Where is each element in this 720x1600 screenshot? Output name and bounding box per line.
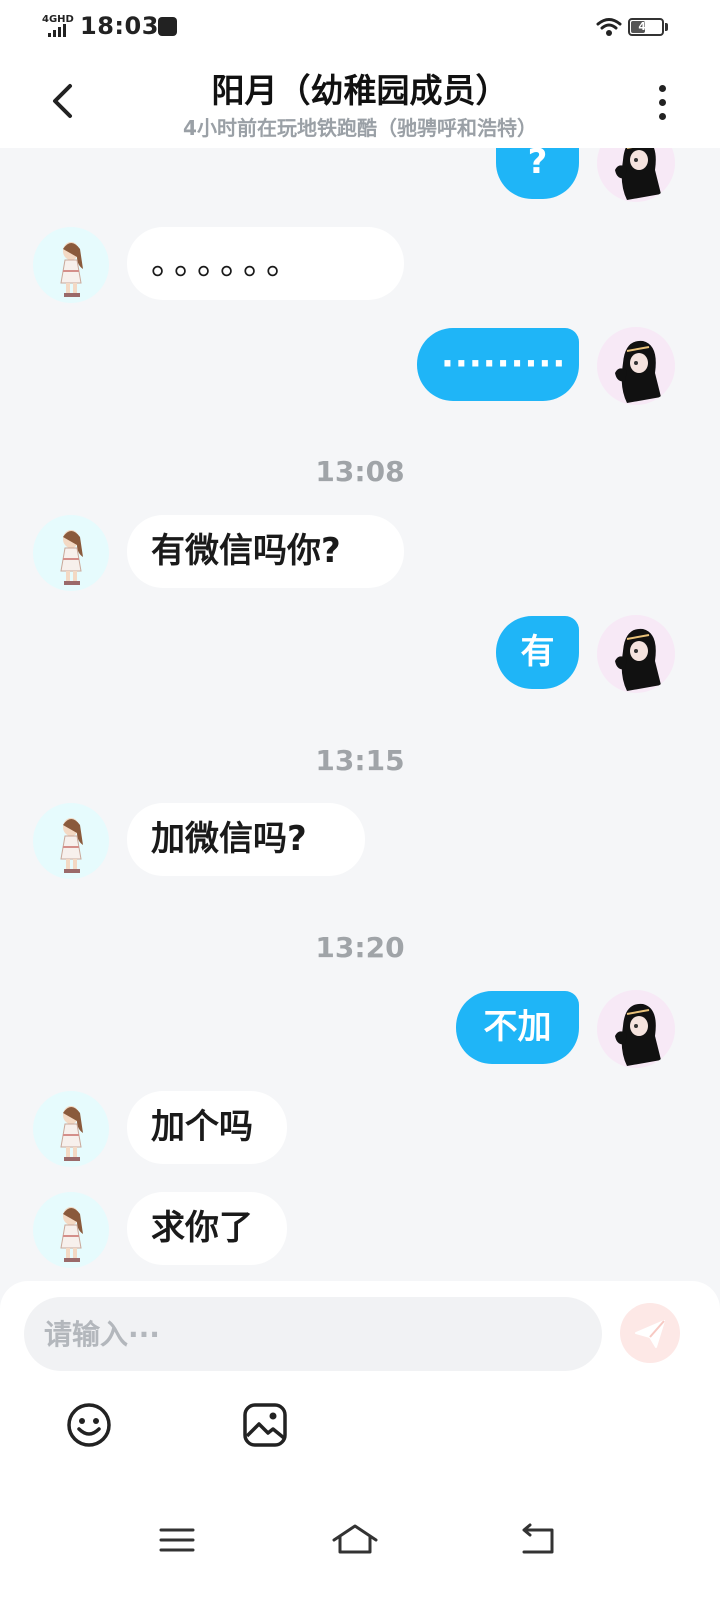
outgoing-message-bubble[interactable]: ········· xyxy=(417,328,579,401)
more-button[interactable] xyxy=(648,78,678,128)
incoming-message-bubble[interactable]: 。。。。。。 xyxy=(127,227,404,300)
composer-panel xyxy=(0,1281,720,1600)
incoming-message-bubble[interactable]: 加个吗 xyxy=(127,1091,287,1164)
message-input[interactable] xyxy=(24,1297,602,1371)
network-type: 4GHD xyxy=(42,14,74,25)
incoming-message-bubble[interactable]: 加微信吗? xyxy=(127,803,365,876)
send-icon xyxy=(635,1320,665,1348)
emoji-button[interactable] xyxy=(64,1400,114,1450)
message-timestamp: 13:20 xyxy=(315,931,405,964)
battery-icon: 46 xyxy=(628,18,664,36)
image-button[interactable] xyxy=(240,1400,290,1450)
contact-avatar[interactable] xyxy=(33,1192,109,1268)
cellular-signal-icon: 4GHD xyxy=(42,14,74,39)
battery-level: 46 xyxy=(638,20,654,33)
chat-header: 阳月（幼稚园成员） 4小时前在玩地铁跑酷（驰骋呼和浩特） xyxy=(0,56,720,148)
my-avatar[interactable] xyxy=(597,990,675,1068)
outgoing-message-bubble[interactable]: 有 xyxy=(496,616,579,689)
menu-button[interactable] xyxy=(157,1520,197,1560)
incoming-message-bubble[interactable]: 有微信吗你? xyxy=(127,515,404,588)
battery-cap xyxy=(665,23,668,31)
outgoing-message-bubble[interactable]: ? xyxy=(496,148,579,199)
menu-icon xyxy=(159,1528,195,1552)
message-timestamp: 13:15 xyxy=(315,744,405,777)
clock: 18:03 xyxy=(80,12,159,40)
outgoing-message-bubble[interactable]: 不加 xyxy=(456,991,579,1064)
contact-avatar[interactable] xyxy=(33,1091,109,1167)
wifi-icon xyxy=(596,18,622,36)
contact-avatar[interactable] xyxy=(33,803,109,879)
home-button[interactable] xyxy=(330,1520,380,1560)
notification-app-icon xyxy=(158,17,177,36)
contact-status: 4小时前在玩地铁跑酷（驰骋呼和浩特） xyxy=(183,116,537,140)
my-avatar[interactable] xyxy=(597,327,675,405)
message-list[interactable]: ? 。。。。。。 ········· 13:08 有微信吗你? 有 13:15 … xyxy=(0,148,720,1280)
message-timestamp: 13:08 xyxy=(315,455,405,488)
my-avatar[interactable] xyxy=(597,148,675,202)
incoming-message-bubble[interactable]: 求你了 xyxy=(127,1192,287,1265)
contact-name: 阳月（幼稚园成员） xyxy=(211,71,509,110)
back-nav-button[interactable] xyxy=(518,1520,558,1560)
contact-avatar[interactable] xyxy=(33,515,109,591)
send-button[interactable] xyxy=(620,1303,680,1363)
emoji-icon xyxy=(67,1403,111,1447)
image-icon xyxy=(243,1403,287,1447)
home-icon xyxy=(332,1524,378,1554)
system-navigation-bar xyxy=(0,1490,720,1600)
status-bar: 4GHD 18:03 46 xyxy=(0,0,720,56)
back-nav-icon xyxy=(522,1523,554,1554)
contact-avatar[interactable] xyxy=(33,227,109,303)
my-avatar[interactable] xyxy=(597,615,675,693)
